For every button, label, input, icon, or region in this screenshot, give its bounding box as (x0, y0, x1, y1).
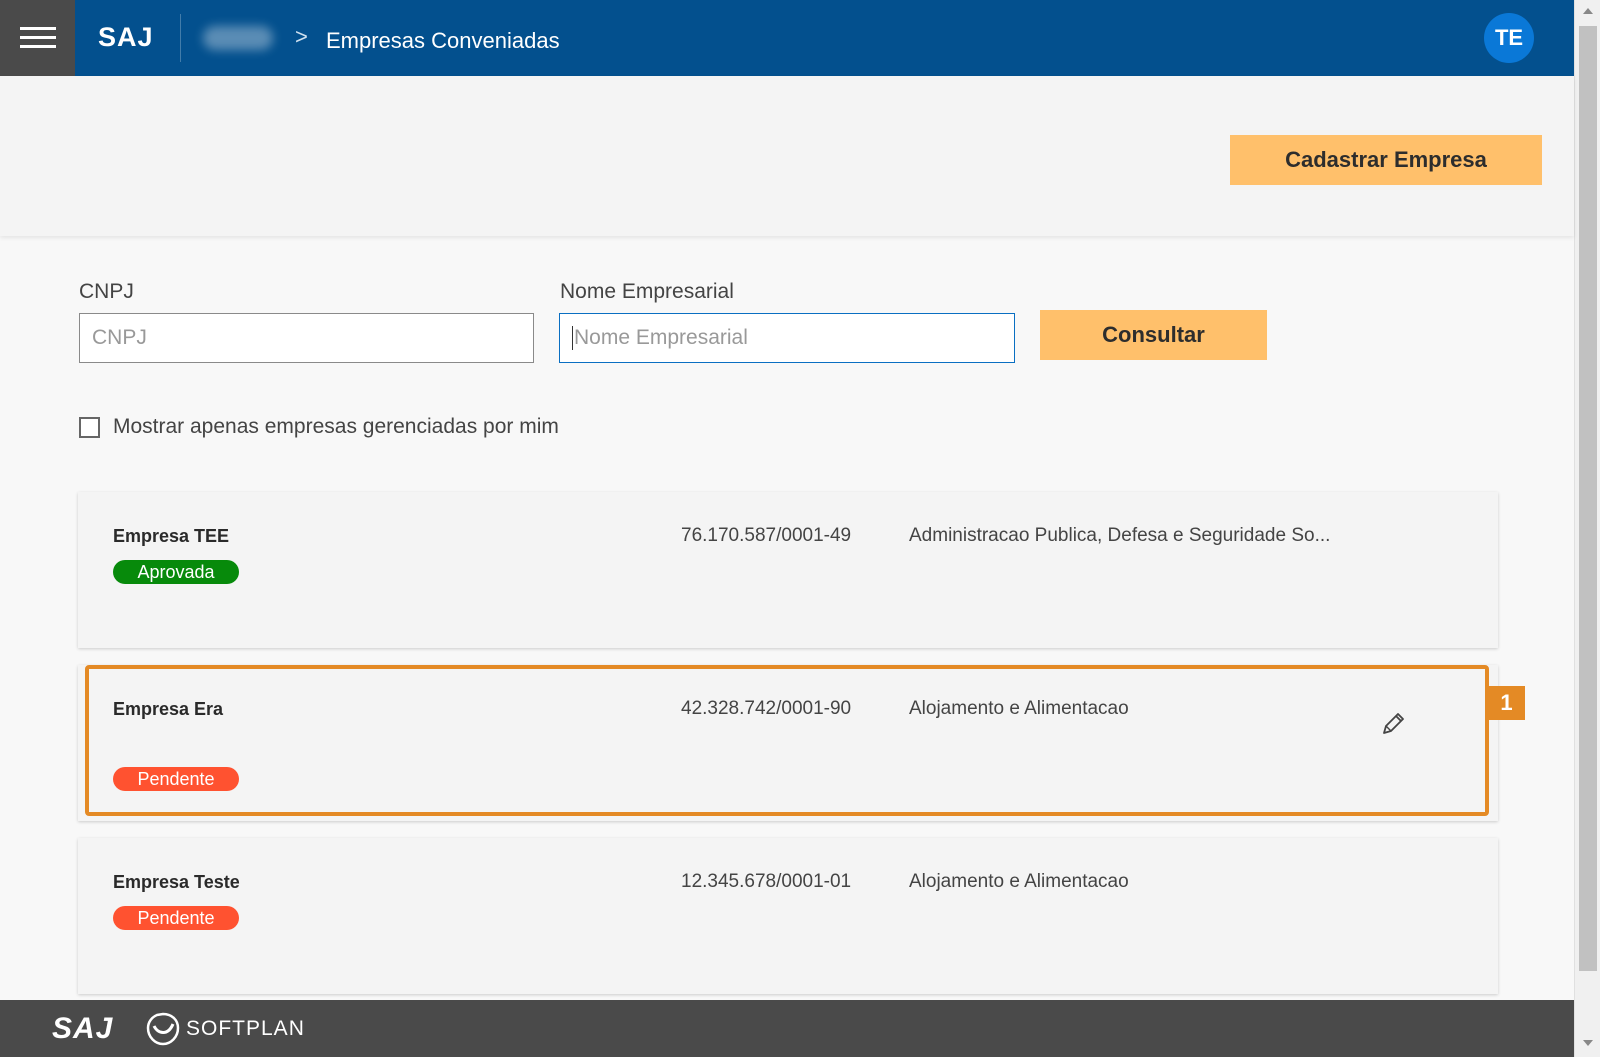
menu-button[interactable] (0, 0, 75, 76)
search-button[interactable]: Consultar (1040, 310, 1267, 360)
company-name: Empresa TEE (113, 526, 230, 546)
breadcrumb-redacted[interactable] (203, 26, 273, 50)
company-name: Empresa Teste (113, 872, 240, 892)
only-mine-label[interactable]: Mostrar apenas empresas gerenciadas por … (113, 415, 559, 439)
status-badge: Pendente (113, 906, 239, 930)
breadcrumb-current: Empresas Conveniadas (326, 28, 560, 53)
user-avatar[interactable]: TE (1484, 13, 1534, 63)
company-card[interactable]: Empresa TEE 76.170.587/0001-49 Administr… (78, 492, 1498, 648)
company-name-input[interactable]: Nome Empresarial (559, 313, 1015, 363)
company-card[interactable]: Empresa Teste 12.345.678/0001-01 Alojame… (78, 838, 1498, 994)
softplan-logo-icon (146, 1012, 180, 1046)
scroll-up-arrow-icon[interactable] (1583, 8, 1593, 14)
page-scrollbar[interactable] (1574, 0, 1600, 1057)
hamburger-icon (19, 27, 56, 49)
company-cnpj: 12.345.678/0001-01 (681, 871, 852, 892)
company-activity: Administracao Publica, Defesa e Segurida… (909, 525, 1331, 546)
company-activity: Alojamento e Alimentacao (909, 871, 1129, 892)
header-divider (180, 14, 181, 62)
register-company-button[interactable]: Cadastrar Empresa (1230, 135, 1542, 185)
company-name-placeholder: Nome Empresarial (574, 326, 748, 349)
company-cnpj: 76.170.587/0001-49 (681, 525, 852, 546)
top-header: SAJ > Empresas Conveniadas TE (0, 0, 1574, 76)
chevron-right-icon: > (295, 24, 308, 49)
cnpj-placeholder: CNPJ (92, 326, 147, 349)
text-caret (572, 326, 573, 350)
cnpj-label: CNPJ (79, 280, 134, 303)
cnpj-input[interactable]: CNPJ (79, 313, 534, 363)
status-badge: Aprovada (113, 560, 239, 584)
annotation-step-badge: 1 (1488, 686, 1525, 720)
footer-saj-logo: SAJ (52, 1012, 114, 1045)
only-mine-checkbox[interactable] (79, 417, 100, 438)
footer: SAJ SOFTPLAN (0, 1000, 1574, 1057)
company-name-label: Nome Empresarial (560, 280, 734, 303)
annotation-highlight (85, 665, 1489, 816)
app-logo[interactable]: SAJ (98, 22, 154, 53)
scrollbar-thumb[interactable] (1579, 26, 1597, 971)
footer-softplan-logo: SOFTPLAN (186, 1017, 305, 1040)
scroll-down-arrow-icon[interactable] (1583, 1040, 1593, 1046)
